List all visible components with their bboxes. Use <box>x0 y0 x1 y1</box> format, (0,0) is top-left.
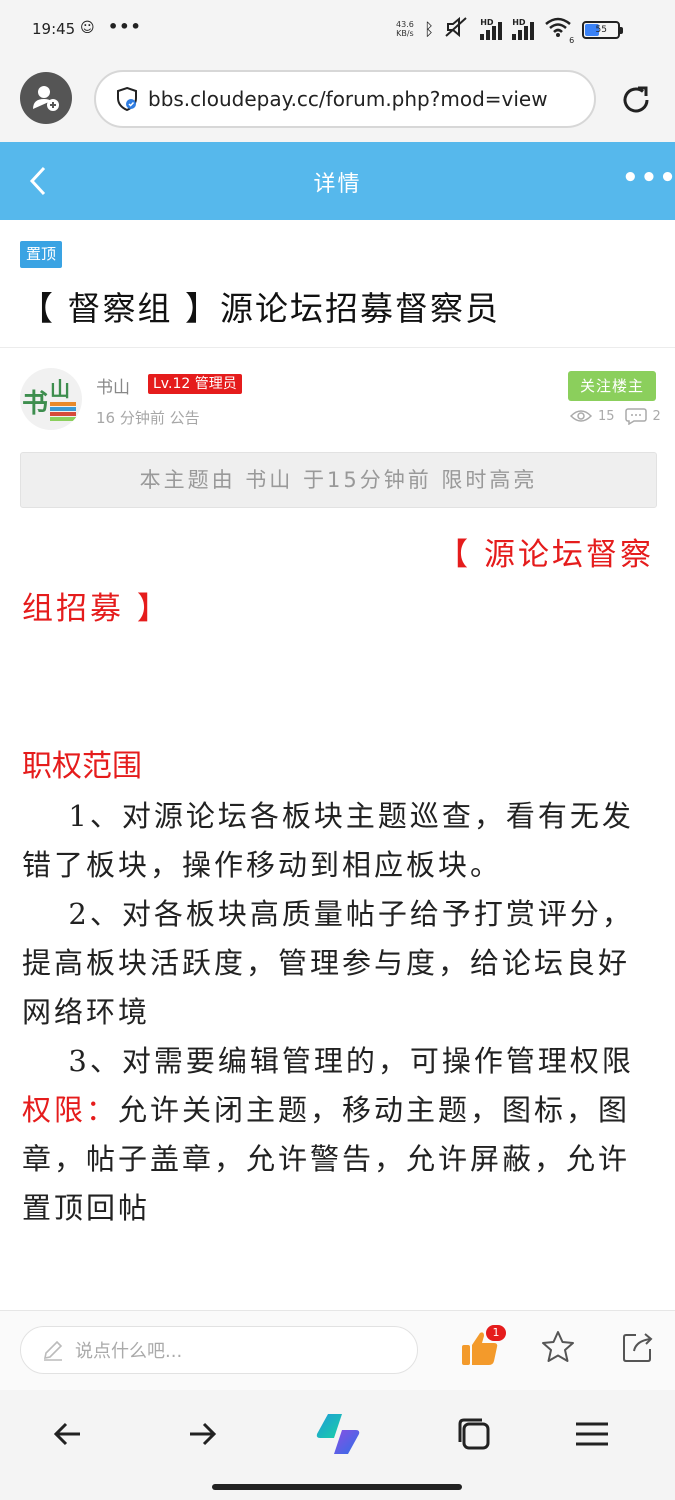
battery-icon: 55 <box>582 20 624 39</box>
app-header: 详情 ••• <box>0 142 675 220</box>
home-indicator <box>212 1484 462 1490</box>
copilot-icon[interactable] <box>312 1408 364 1460</box>
replies-bubble-icon <box>624 408 647 425</box>
post-stats: 15 2 <box>570 407 661 425</box>
status-bar: 19:45 ☺ ••• 43.6 KB/s ᛒ HD HD 6 55 <box>0 0 675 62</box>
permissions-label: 权限： <box>22 1093 119 1127</box>
author-avatar[interactable]: 书 山 <box>20 368 82 430</box>
svg-text:书: 书 <box>22 389 48 419</box>
status-icons: ᛒ HD HD 6 55 <box>424 16 624 45</box>
wifi-icon: 6 <box>544 16 574 45</box>
views-eye-icon <box>570 410 592 422</box>
comment-bar: 说点什么吧... 1 <box>0 1310 675 1390</box>
duty-paragraph-3: 3、对需要编辑管理的，可操作管理权限 <box>68 1044 634 1078</box>
comment-input[interactable]: 说点什么吧... <box>20 1326 418 1374</box>
svg-text:山: 山 <box>50 377 70 401</box>
tabs-icon[interactable] <box>452 1412 496 1456</box>
address-bar[interactable]: bbs.cloudepay.cc/forum.php?mod=view <box>94 70 596 128</box>
mute-icon <box>444 16 470 43</box>
add-account-icon <box>33 86 59 111</box>
page-title: 详情 <box>313 172 362 197</box>
more-notifications-icon: ••• <box>108 17 142 36</box>
replies-count: 2 <box>652 408 661 424</box>
duty-paragraph-1: 1、对源论坛各板块主题巡查，看有无发错了板块，操作移动到相应板块。 <box>22 799 634 882</box>
section-title: 职权范围 <box>22 749 142 784</box>
like-count-badge: 1 <box>486 1325 506 1341</box>
divider <box>0 347 675 348</box>
level-badge: Lv.12 管理员 <box>148 374 242 394</box>
highlight-notice: 本主题由 书山 于15分钟前 限时高亮 <box>20 452 657 508</box>
share-icon[interactable] <box>620 1329 656 1365</box>
views-count: 15 <box>598 408 615 424</box>
pinned-badge: 置顶 <box>20 241 63 268</box>
bluetooth-icon: ᛒ <box>424 19 435 40</box>
follow-author-button[interactable]: 关注楼主 <box>568 371 656 401</box>
author-name[interactable]: 书山 <box>96 373 130 398</box>
url-text: bbs.cloudepay.cc/forum.php?mod=view <box>148 87 548 111</box>
menu-icon[interactable] <box>570 1412 614 1456</box>
browser-bar: bbs.cloudepay.cc/forum.php?mod=view <box>0 62 675 142</box>
status-time: 19:45 <box>32 20 76 38</box>
post-meta: 16 分钟前 公告 <box>96 409 200 427</box>
permissions-paragraph: 权限：允许关闭主题，移动主题，图标，图章，帖子盖章，允许警告，允许屏蔽，允许置顶… <box>22 1086 654 1233</box>
account-button[interactable] <box>20 72 72 124</box>
book-mountain-logo: 书 山 <box>22 377 76 421</box>
duty-paragraph-2: 2、对各板块高质量帖子给予打赏评分，提高板块活跃度，管理参与度，给论坛良好网络环… <box>22 897 634 1029</box>
article-body: 【 源论坛督察 组招募 】 职权范围 1、对源论坛各板块主题巡查，看有无发错了板… <box>22 528 654 1310</box>
reload-icon[interactable] <box>618 82 654 118</box>
signal-1-icon: HD <box>480 18 503 40</box>
network-speed: 43.6 KB/s <box>396 20 414 38</box>
notification-icon: ☺ <box>80 20 95 36</box>
recruit-heading: 【 源论坛督察 组招募 】 <box>22 537 654 627</box>
more-options-icon[interactable]: ••• <box>622 165 675 191</box>
back-icon[interactable] <box>46 1412 90 1456</box>
forward-icon[interactable] <box>180 1412 224 1456</box>
post-title: 【 督察组 】源论坛招募督察员 <box>20 289 500 328</box>
signal-2-icon: HD <box>512 18 535 40</box>
pencil-icon <box>43 1340 63 1361</box>
favorite-star-icon[interactable] <box>540 1329 576 1365</box>
secure-lock-icon <box>117 86 137 112</box>
comment-placeholder: 说点什么吧... <box>75 1341 183 1362</box>
